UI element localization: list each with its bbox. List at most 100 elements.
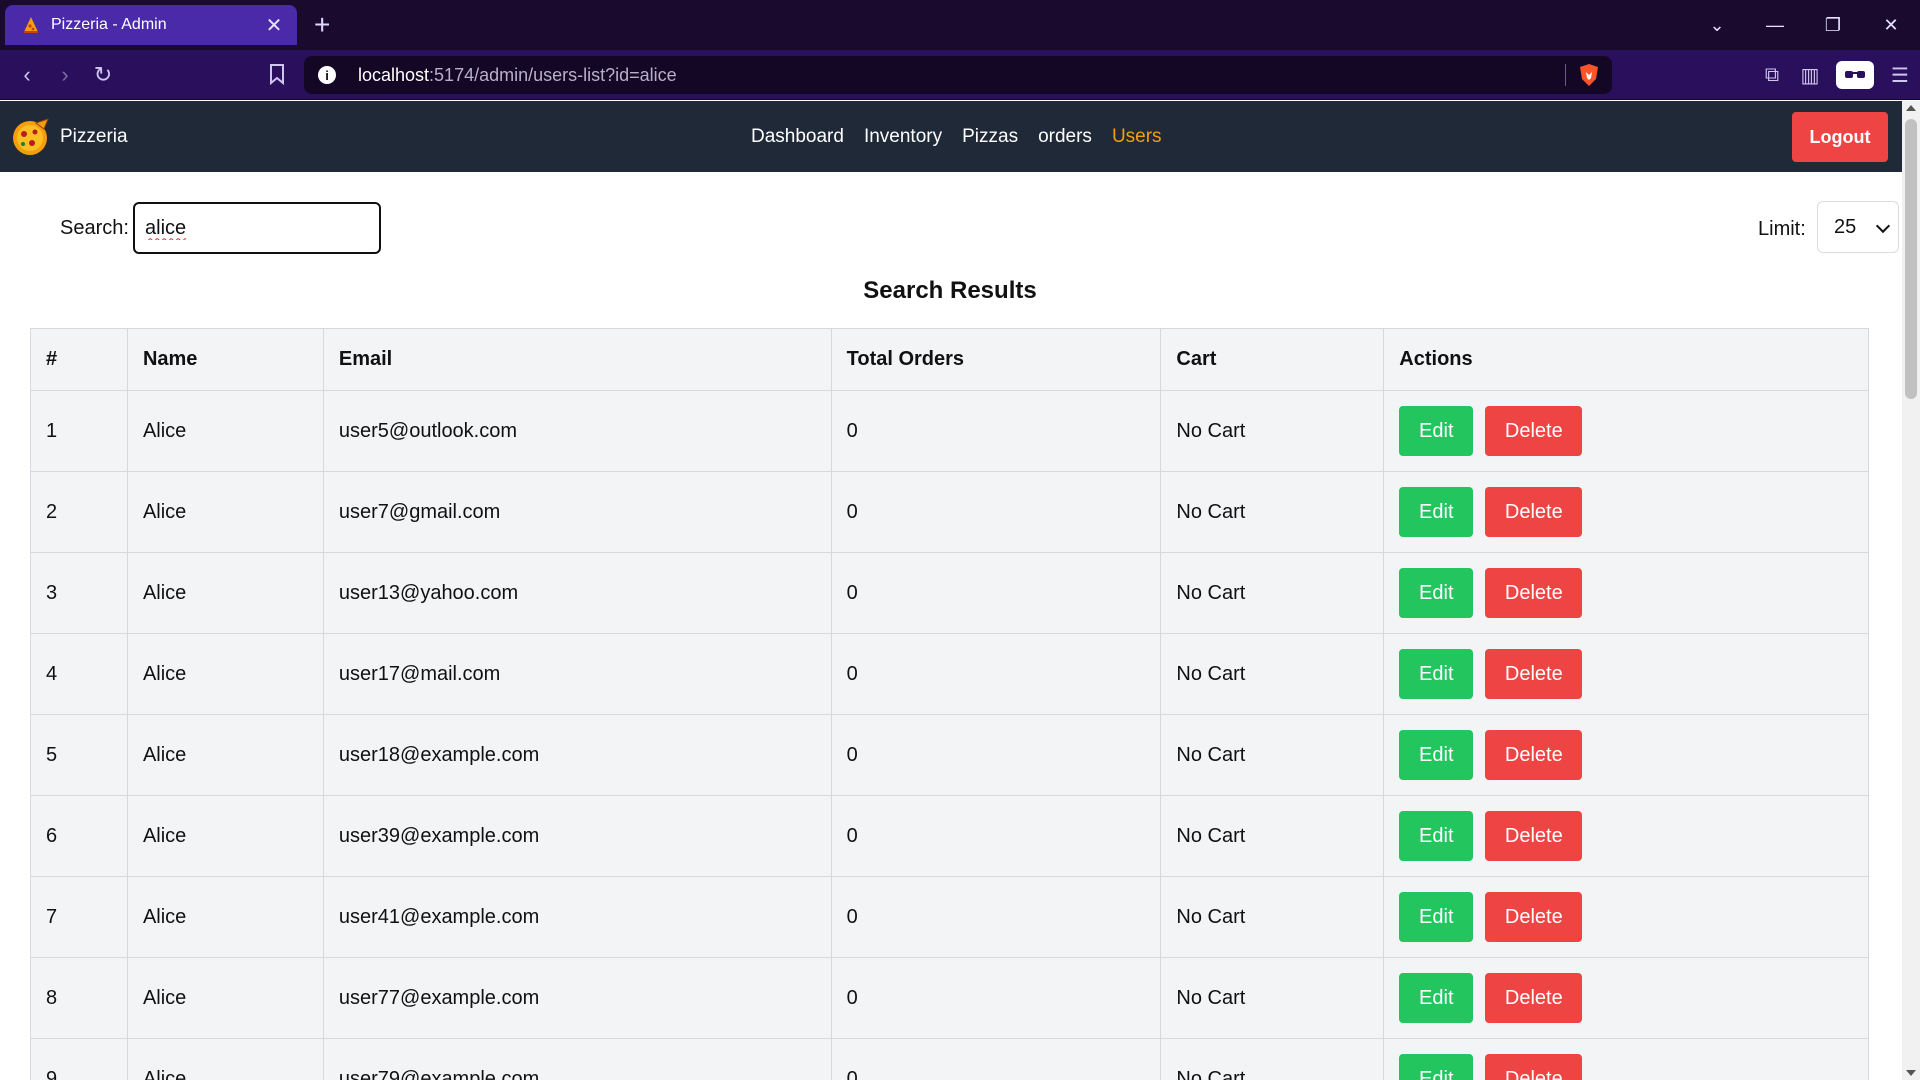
delete-button[interactable]: Delete [1485, 973, 1583, 1023]
search-label: Search: [60, 217, 129, 239]
row-number: 3 [30, 552, 128, 634]
row-total-orders: 0 [830, 390, 1162, 472]
url-divider [1565, 64, 1566, 86]
table-row: 7 Alice user41@example.com 0 No Cart Edi… [30, 876, 1869, 958]
edit-button[interactable]: Edit [1399, 649, 1474, 699]
row-total-orders: 0 [830, 957, 1162, 1039]
limit-select[interactable]: 25 [1817, 201, 1899, 253]
table-row: 2 Alice user7@gmail.com 0 No Cart Edit De… [30, 471, 1869, 553]
row-name: Alice [126, 876, 324, 958]
row-email: user77@example.com [322, 957, 832, 1039]
delete-button[interactable]: Delete [1485, 406, 1583, 456]
delete-button[interactable]: Delete [1485, 730, 1583, 780]
table-row: 3 Alice user13@yahoo.com 0 No Cart Edit D… [30, 552, 1869, 634]
forward-icon[interactable]: › [46, 62, 84, 88]
limit-value: 25 [1834, 215, 1857, 238]
row-cart: No Cart [1160, 795, 1385, 877]
row-actions: Edit Delete [1383, 552, 1869, 634]
search-input[interactable] [133, 202, 381, 254]
scrollbar-thumb[interactable] [1905, 119, 1917, 399]
scroll-up-arrow-icon[interactable] [1906, 105, 1916, 111]
row-actions: Edit Delete [1383, 1038, 1869, 1080]
row-name: Alice [126, 957, 324, 1039]
delete-button[interactable]: Delete [1485, 1054, 1583, 1080]
edit-button[interactable]: Edit [1399, 973, 1474, 1023]
table-row: 4 Alice user17@mail.com 0 No Cart Edit De… [30, 633, 1869, 715]
edit-button[interactable]: Edit [1399, 811, 1474, 861]
brave-shield-icon[interactable] [1578, 63, 1600, 87]
row-email: user7@gmail.com [322, 471, 832, 553]
nav-pizzas[interactable]: Pizzas [962, 126, 1018, 148]
logout-button[interactable]: Logout [1792, 112, 1888, 162]
delete-button[interactable]: Delete [1485, 649, 1583, 699]
tab-list-chevron-icon[interactable]: ⌄ [1688, 15, 1746, 36]
chevron-down-icon [1875, 218, 1891, 234]
delete-button[interactable]: Delete [1485, 568, 1583, 618]
row-email: user13@yahoo.com [322, 552, 832, 634]
row-number: 2 [30, 471, 128, 553]
row-cart: No Cart [1160, 471, 1385, 553]
nav-dashboard[interactable]: Dashboard [751, 126, 844, 148]
browser-tab[interactable]: Pizzeria - Admin ✕ [5, 5, 297, 45]
results-title: Search Results [863, 277, 1037, 304]
page-viewport: Pizzeria Dashboard Inventory Pizzas orde… [0, 101, 1920, 1080]
edit-button[interactable]: Edit [1399, 892, 1474, 942]
row-cart: No Cart [1160, 633, 1385, 715]
back-icon[interactable]: ‹ [8, 62, 46, 88]
row-actions: Edit Delete [1383, 876, 1869, 958]
delete-button[interactable]: Delete [1485, 811, 1583, 861]
scroll-down-arrow-icon[interactable] [1906, 1070, 1916, 1076]
address-bar[interactable]: i localhost:5174/admin/users-list?id=ali… [304, 56, 1612, 94]
window-close-icon[interactable]: ✕ [1862, 15, 1920, 36]
row-number: 1 [30, 390, 128, 472]
users-table: # Name Email Total Orders Cart Actions 1… [30, 328, 1869, 1080]
page-scrollbar[interactable] [1902, 101, 1920, 1080]
nav-users[interactable]: Users [1112, 126, 1162, 148]
delete-button[interactable]: Delete [1485, 487, 1583, 537]
wallet-icon[interactable] [1836, 61, 1874, 89]
sidebar-icon[interactable]: ▥ [1798, 63, 1822, 87]
menu-icon[interactable]: ☰ [1888, 63, 1912, 87]
table-row: 1 Alice user5@outlook.com 0 No Cart Edit… [30, 390, 1869, 472]
row-name: Alice [126, 633, 324, 715]
row-actions: Edit Delete [1383, 390, 1869, 472]
edit-button[interactable]: Edit [1399, 568, 1474, 618]
restore-icon[interactable]: ❐ [1804, 15, 1862, 36]
tab-close-icon[interactable]: ✕ [263, 13, 285, 38]
row-name: Alice [126, 471, 324, 553]
extensions-icon[interactable]: ⧉ [1760, 63, 1784, 87]
row-email: user79@example.com [322, 1038, 832, 1080]
reload-icon[interactable]: ↻ [84, 62, 122, 88]
header-total-orders: Total Orders [830, 328, 1162, 391]
edit-button[interactable]: Edit [1399, 487, 1474, 537]
row-total-orders: 0 [830, 1038, 1162, 1080]
row-name: Alice [126, 552, 324, 634]
table-row: 5 Alice user18@example.com 0 No Cart Edi… [30, 714, 1869, 796]
nav-orders[interactable]: orders [1038, 126, 1092, 148]
edit-button[interactable]: Edit [1399, 1054, 1474, 1080]
row-email: user41@example.com [322, 876, 832, 958]
row-actions: Edit Delete [1383, 714, 1869, 796]
minimize-icon[interactable]: — [1746, 15, 1804, 36]
row-total-orders: 0 [830, 714, 1162, 796]
edit-button[interactable]: Edit [1399, 730, 1474, 780]
bookmark-icon[interactable] [268, 63, 286, 85]
tab-title: Pizzeria - Admin [51, 16, 167, 33]
delete-button[interactable]: Delete [1485, 892, 1583, 942]
row-cart: No Cart [1160, 876, 1385, 958]
row-actions: Edit Delete [1383, 795, 1869, 877]
limit-label: Limit: [1758, 218, 1806, 240]
row-total-orders: 0 [830, 633, 1162, 715]
new-tab-icon[interactable]: + [314, 10, 330, 40]
header-email: Email [322, 328, 832, 391]
edit-button[interactable]: Edit [1399, 406, 1474, 456]
nav-inventory[interactable]: Inventory [864, 126, 942, 148]
brand[interactable]: Pizzeria [10, 117, 128, 157]
site-info-icon[interactable]: i [318, 66, 336, 84]
header-actions: Actions [1383, 328, 1869, 391]
row-name: Alice [126, 390, 324, 472]
row-name: Alice [126, 714, 324, 796]
table-row: 8 Alice user77@example.com 0 No Cart Edi… [30, 957, 1869, 1039]
row-number: 5 [30, 714, 128, 796]
browser-toolbar: ‹ › ↻ i localhost:5174/admin/users-list?… [0, 50, 1920, 100]
